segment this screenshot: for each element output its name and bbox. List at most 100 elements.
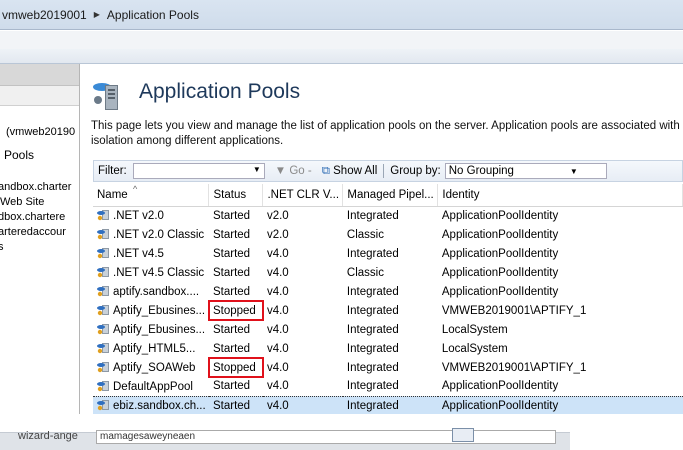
pool-name-label: .NET v4.5: [113, 248, 164, 260]
pool-pipeline-cell: Classic: [346, 266, 384, 279]
tree-item-default-web-site[interactable]: Web Site: [0, 196, 44, 208]
pool-status-cell: Started: [212, 266, 251, 279]
pool-name-cell: .NET v2.0 Classic: [93, 225, 209, 244]
show-all-label: Show All: [333, 164, 378, 177]
pool-status-cell: Started: [212, 342, 251, 355]
pool-clr-cell: v4.0: [266, 285, 289, 298]
app-pool-icon: [97, 266, 110, 278]
pool-clr-cell: v4.0: [266, 266, 289, 279]
pool-name-label: Aptify_SOAWeb: [113, 362, 196, 374]
app-pool-icon: [97, 228, 110, 240]
table-row[interactable]: DefaultAppPool Started v4.0 Integrated Appli…: [93, 377, 683, 396]
pool-clr-cell: v4.0: [266, 247, 289, 260]
column-header-status[interactable]: Status: [208, 184, 264, 207]
group-by-select[interactable]: No Grouping ▼: [444, 163, 607, 179]
app-pool-icon: [97, 209, 110, 221]
table-row[interactable]: Aptify_HTML5... Started v4.0 Integrated Loca…: [93, 339, 683, 358]
pool-name-label: .NET v2.0 Classic: [113, 229, 205, 241]
pool-clr-cell: v2.0: [266, 209, 289, 222]
pool-identity-cell: VMWEB2019001\APTIFY_1: [441, 304, 587, 317]
pool-pipeline-cell: Integrated: [346, 285, 399, 298]
pool-status-cell: Started: [212, 380, 251, 393]
pool-name-cell: aptify.sandbox....: [93, 282, 209, 301]
pool-clr-cell: v2.0: [266, 228, 289, 241]
bottom-field[interactable]: mamagesaweyneaen: [96, 430, 556, 444]
show-all-icon: ⧉: [321, 164, 330, 177]
breadcrumb-application-pools[interactable]: Application Pools: [107, 8, 199, 22]
table-row[interactable]: Aptify_Ebusines... Started v4.0 Integrated L…: [93, 320, 683, 339]
pool-pipeline-cell: Integrated: [346, 209, 399, 222]
pool-identity-cell: ApplicationPoolIdentity: [441, 247, 559, 260]
table-row[interactable]: .NET v4.5 Classic Started v4.0 Classic Appli…: [93, 263, 683, 282]
table-row[interactable]: .NET v2.0 Started v2.0 Integrated Applicatio…: [93, 206, 683, 225]
chevron-down-icon[interactable]: ▼: [570, 165, 578, 179]
pool-pipeline-cell: Integrated: [346, 380, 399, 393]
application-pools-table: Name ^ Status .NET CLR V... Managed Pipel…: [93, 184, 683, 434]
pool-status-cell: Started: [208, 395, 263, 416]
toolbar-divider: [383, 164, 385, 178]
application-pools-icon: [91, 78, 121, 112]
pool-name-cell: Aptify_Ebusines...: [93, 301, 209, 320]
pool-name-label: .NET v4.5 Classic: [113, 267, 205, 279]
pool-name-label: Aptify_HTML5...: [113, 343, 196, 355]
pool-name-cell: ebiz.sandbox.ch...: [93, 395, 209, 416]
bottom-label: wizard-ange: [18, 430, 78, 442]
column-header-clr-version[interactable]: .NET CLR V...: [262, 184, 344, 207]
connections-header: [0, 64, 79, 86]
pool-name-cell: DefaultAppPool: [93, 377, 209, 396]
pool-name-label: .NET v2.0: [113, 210, 164, 223]
page-description: This page lets you view and manage the l…: [91, 120, 680, 147]
pool-name-label: aptify.sandbox....: [113, 286, 200, 298]
table-row[interactable]: .NET v2.0 Classic Started v2.0 Classic Appli…: [93, 225, 683, 244]
pool-status-cell: Started: [212, 247, 251, 260]
table-row[interactable]: Aptify_Ebusines... Stopped v4.0 Integrated V…: [93, 300, 683, 321]
show-all-button[interactable]: ⧉ Show All: [322, 165, 378, 178]
pool-identity-cell: ApplicationPoolIdentity: [441, 228, 559, 241]
pool-name-cell: Aptify_HTML5...: [93, 339, 209, 358]
table-row[interactable]: ebiz.sandbox.ch... Started v4.0 Integrated A…: [93, 395, 683, 416]
pool-identity-cell: ApplicationPoolIdentity: [441, 209, 559, 222]
bottom-panel: mamagesaweyneaen wizard-ange: [0, 414, 683, 450]
pool-name-label: DefaultAppPool: [113, 380, 193, 393]
pool-pipeline-cell: Integrated: [346, 304, 399, 317]
pool-clr-cell: v4.0: [266, 380, 289, 393]
table-row[interactable]: .NET v4.5 Started v4.0 Integrated Applicatio…: [93, 244, 683, 263]
breadcrumb-server[interactable]: vmweb2019001: [2, 8, 87, 22]
column-header-pipeline-mode[interactable]: Managed Pipel...: [342, 184, 439, 207]
column-header-name[interactable]: Name ^: [93, 184, 210, 207]
group-by-label: Group by:: [390, 165, 441, 177]
pool-identity-cell: ApplicationPoolIdentity: [437, 395, 683, 416]
pool-clr-cell: v4.0: [262, 395, 343, 416]
filter-input[interactable]: ▼: [132, 163, 265, 179]
tree-item-server[interactable]: (vmweb20190: [6, 126, 75, 138]
pool-identity-cell: ApplicationPoolIdentity: [441, 380, 559, 393]
app-pool-icon: [97, 247, 110, 259]
pool-pipeline-cell: Integrated: [346, 247, 399, 260]
filter-label: Filter:: [98, 165, 127, 177]
column-header-identity[interactable]: Identity: [437, 184, 683, 207]
pool-clr-cell: v4.0: [266, 323, 289, 336]
tree-item-site-1[interactable]: andbox.charter: [0, 181, 71, 193]
app-pool-icon: [97, 323, 110, 335]
sort-ascending-icon: ^: [133, 184, 138, 194]
tree-item-site-2[interactable]: dbox.chartere: [0, 211, 65, 223]
tree-item-application-pools[interactable]: Pools: [4, 148, 34, 162]
tree-item-sites[interactable]: s: [0, 241, 4, 253]
bottom-button[interactable]: [452, 428, 474, 442]
pool-status-cell: Stopped: [207, 300, 264, 321]
pool-clr-cell: v4.0: [266, 342, 289, 355]
pool-status-cell: Stopped: [207, 357, 264, 378]
pool-name-cell: .NET v4.5 Classic: [93, 263, 209, 282]
address-bar[interactable]: vmweb2019001 ▶ Application Pools: [0, 0, 683, 30]
pool-clr-cell: v4.0: [266, 304, 289, 317]
breadcrumb-separator-icon[interactable]: ▶: [94, 10, 100, 19]
tree-item-site-3[interactable]: arteredaccour: [0, 226, 66, 238]
pool-name-cell: Aptify_Ebusines...: [93, 320, 209, 339]
chevron-down-icon[interactable]: ▼: [253, 165, 261, 174]
pool-status-cell: Started: [212, 209, 251, 222]
table-row[interactable]: aptify.sandbox.... Started v4.0 Integrated A…: [93, 282, 683, 301]
toolbar: [0, 49, 683, 64]
go-button[interactable]: ▼ Go -: [275, 165, 312, 177]
table-row[interactable]: Aptify_SOAWeb Stopped v4.0 Integrated VMWEB2…: [93, 357, 683, 378]
connections-pane: (vmweb20190 Pools andbox.charter Web Sit…: [0, 64, 80, 414]
